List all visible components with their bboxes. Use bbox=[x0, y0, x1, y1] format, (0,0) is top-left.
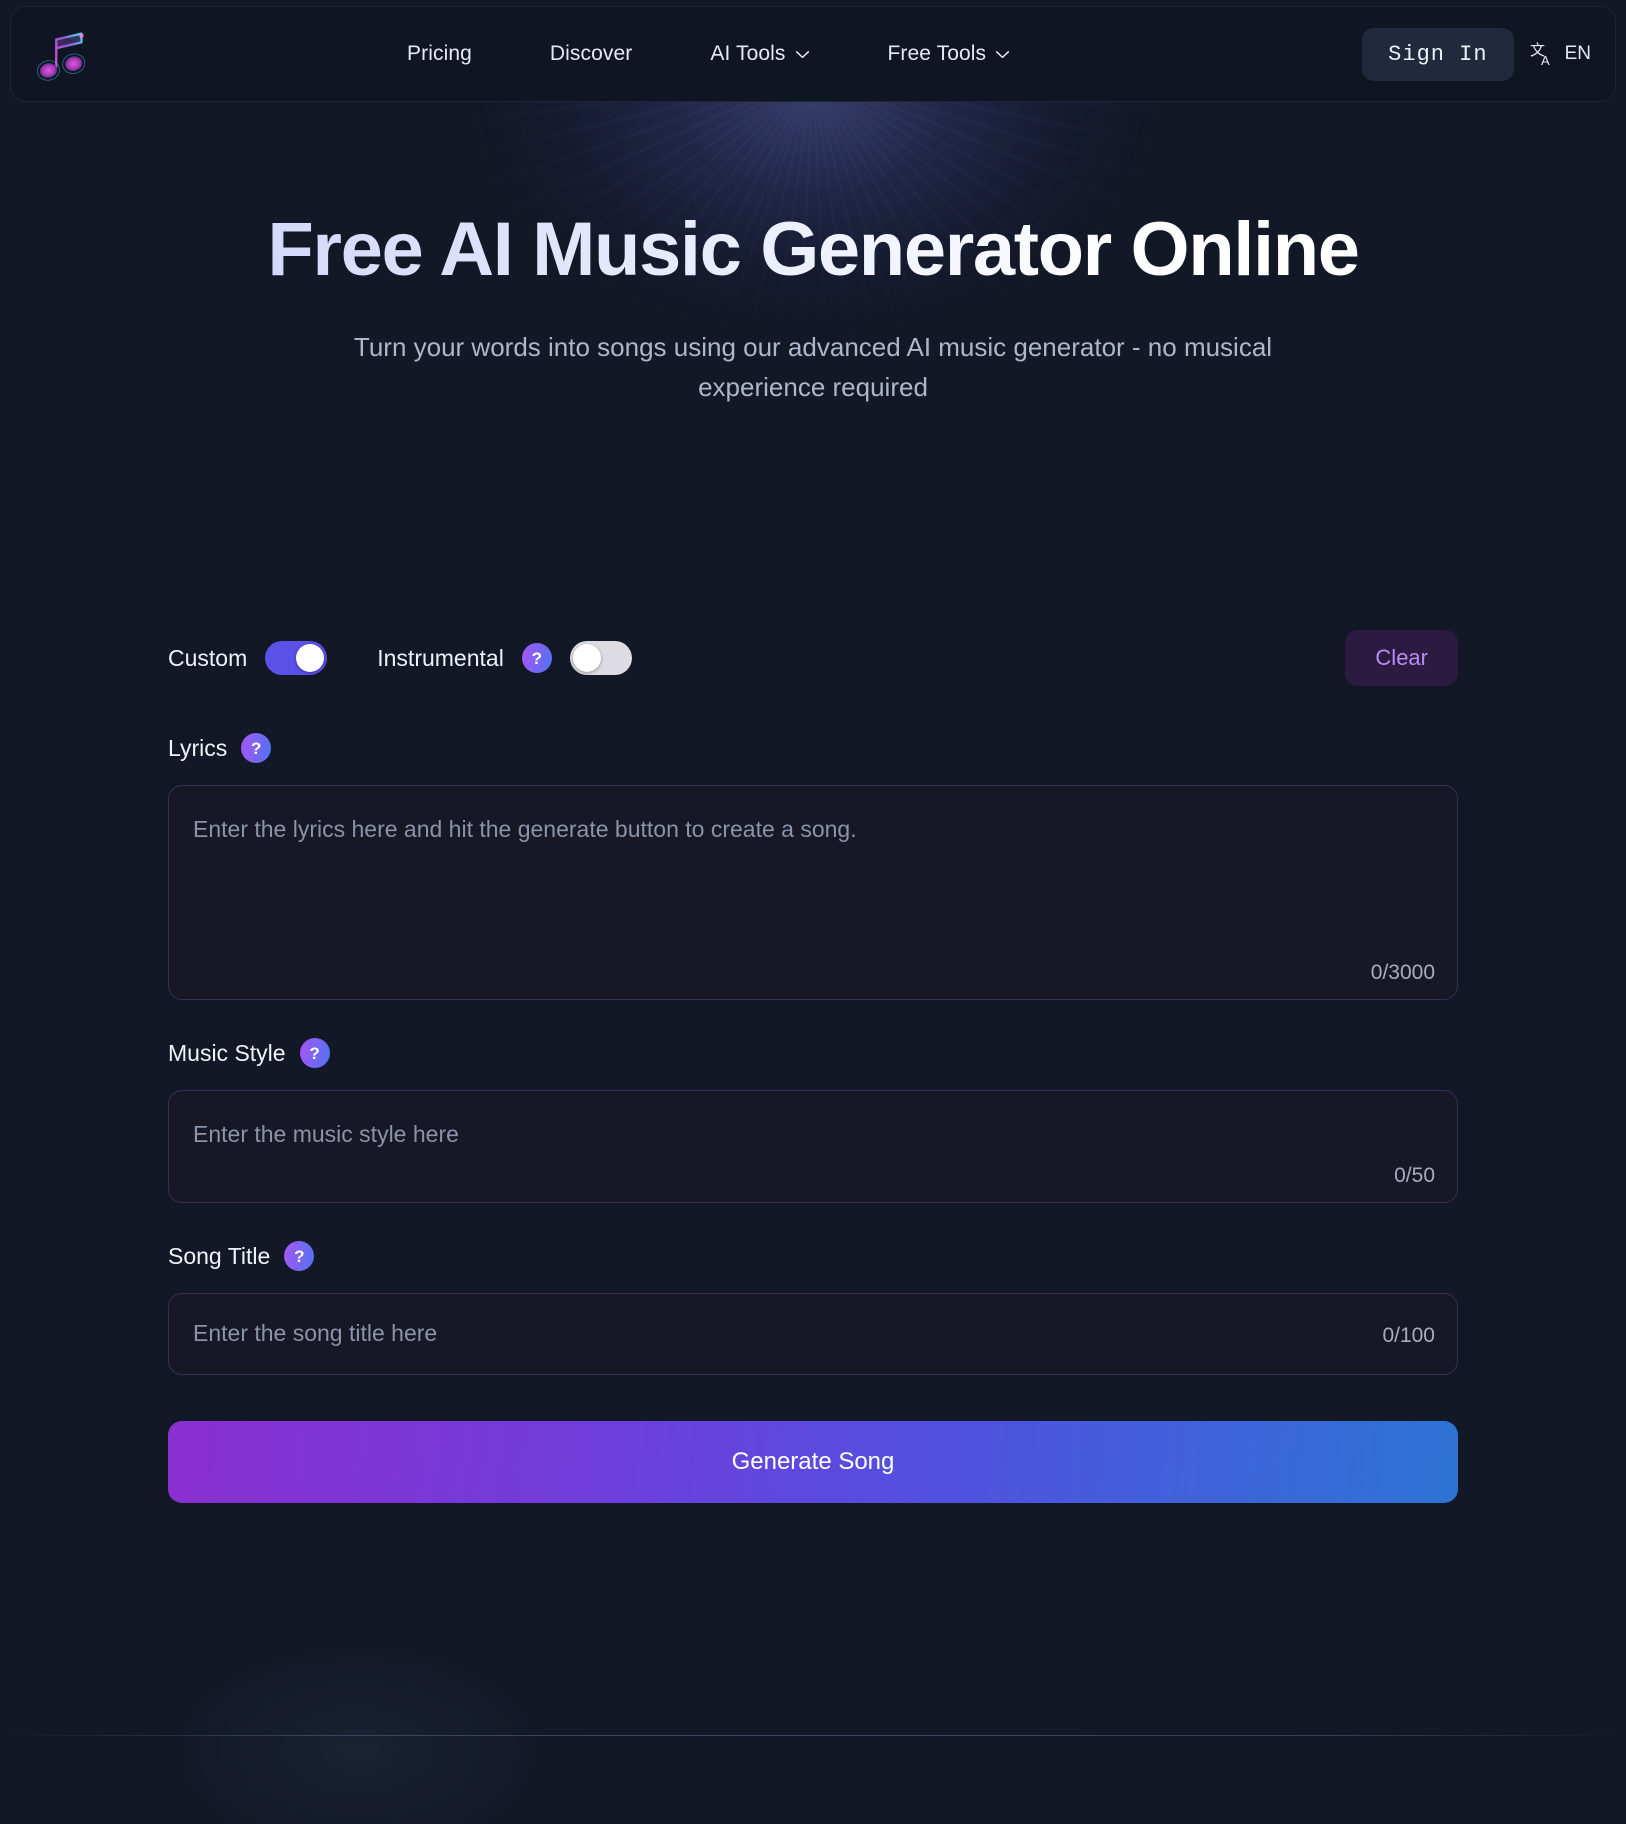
generate-song-button[interactable]: Generate Song bbox=[168, 1421, 1458, 1504]
chevron-down-icon bbox=[996, 50, 1010, 58]
music-style-help-icon[interactable]: ? bbox=[299, 1038, 330, 1069]
language-selector[interactable]: 文 A EN bbox=[1530, 40, 1597, 68]
instrumental-help-icon[interactable]: ? bbox=[521, 643, 552, 674]
nav-label-discover: Discover bbox=[549, 42, 633, 65]
translate-icon: 文 A bbox=[1530, 41, 1550, 68]
lyrics-label: Lyrics bbox=[168, 734, 228, 761]
sign-in-button[interactable]: Sign In bbox=[1362, 27, 1514, 81]
page-root: Pricing Discover AI Tools Free Tools Sig… bbox=[0, 0, 1626, 1824]
header-actions: Sign In 文 A EN bbox=[1362, 27, 1597, 81]
site-header: Pricing Discover AI Tools Free Tools Sig… bbox=[10, 6, 1616, 102]
lyrics-field: Lyrics ? Enter the lyrics here and hit t… bbox=[168, 733, 1458, 1001]
mode-toggle-row: Custom Instrumental ? Clear bbox=[168, 629, 1458, 687]
music-style-input[interactable]: Enter the music style here 0/50 bbox=[168, 1090, 1458, 1204]
song-title-field: Song Title ? Enter the song title here 0… bbox=[168, 1241, 1458, 1376]
music-style-field: Music Style ? Enter the music style here… bbox=[168, 1038, 1458, 1204]
song-title-input[interactable]: Enter the song title here 0/100 bbox=[168, 1293, 1458, 1376]
custom-toggle-label: Custom bbox=[168, 644, 248, 671]
hero-section: Free AI Music Generator Online Turn your… bbox=[0, 102, 1626, 407]
instrumental-toggle-label: Instrumental bbox=[377, 644, 504, 671]
instrumental-toggle-group: Instrumental ? bbox=[377, 641, 632, 676]
page-title: Free AI Music Generator Online bbox=[0, 209, 1626, 291]
hero-subtitle: Turn your words into songs using our adv… bbox=[353, 331, 1273, 402]
nav-item-pricing[interactable]: Pricing bbox=[407, 42, 472, 66]
song-title-input-area[interactable] bbox=[169, 1294, 1457, 1374]
music-style-label: Music Style bbox=[168, 1039, 286, 1066]
lyrics-counter: 0/3000 bbox=[1370, 961, 1435, 985]
custom-toggle-group: Custom bbox=[168, 641, 328, 676]
lyrics-input-area[interactable] bbox=[169, 786, 1457, 999]
section-divider bbox=[0, 1735, 1626, 1736]
custom-toggle[interactable] bbox=[265, 641, 328, 676]
music-style-counter: 0/50 bbox=[1394, 1164, 1435, 1188]
lyrics-label-row: Lyrics ? bbox=[168, 733, 1458, 764]
toggle-knob bbox=[296, 644, 325, 673]
primary-nav: Pricing Discover AI Tools Free Tools bbox=[55, 42, 1362, 66]
bottom-glow bbox=[150, 1640, 670, 1824]
clear-button[interactable]: Clear bbox=[1345, 630, 1458, 687]
song-title-counter: 0/100 bbox=[1382, 1324, 1435, 1348]
song-title-help-icon[interactable]: ? bbox=[284, 1241, 315, 1272]
lyrics-help-icon[interactable]: ? bbox=[241, 733, 272, 764]
lyrics-textarea[interactable]: Enter the lyrics here and hit the genera… bbox=[168, 785, 1458, 1001]
nav-label-ai-tools: AI Tools bbox=[710, 42, 786, 65]
svg-text:A: A bbox=[1541, 53, 1550, 68]
music-style-input-area[interactable] bbox=[169, 1091, 1457, 1202]
song-title-label: Song Title bbox=[168, 1242, 271, 1269]
chevron-down-icon bbox=[795, 50, 809, 58]
nav-item-free-tools[interactable]: Free Tools bbox=[888, 42, 1011, 66]
generator-form: Custom Instrumental ? Clear Lyrics ? Ent… bbox=[168, 407, 1458, 1504]
song-title-label-row: Song Title ? bbox=[168, 1241, 1458, 1272]
nav-item-ai-tools[interactable]: AI Tools bbox=[710, 42, 809, 66]
instrumental-toggle[interactable] bbox=[569, 641, 632, 676]
toggle-knob bbox=[572, 644, 601, 673]
nav-item-discover[interactable]: Discover bbox=[550, 42, 632, 66]
nav-label-pricing: Pricing bbox=[407, 42, 472, 65]
language-code: EN bbox=[1564, 43, 1591, 64]
nav-label-free-tools: Free Tools bbox=[887, 42, 987, 65]
music-style-label-row: Music Style ? bbox=[168, 1038, 1458, 1069]
